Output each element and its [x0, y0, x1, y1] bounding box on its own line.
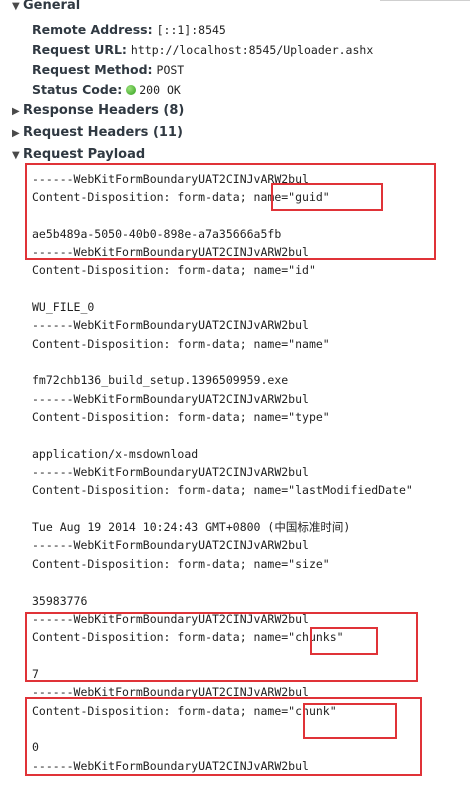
status-ok-icon — [126, 85, 137, 95]
payload-line: WU_FILE_0 — [32, 300, 95, 314]
triangle-down-icon: ▼ — [12, 150, 20, 161]
payload-line: Content-Disposition: form-data; name="id… — [32, 263, 316, 277]
request-method-row: Request Method: POST — [32, 60, 184, 80]
remote-address-label: Remote Address: — [32, 22, 153, 37]
request-url-label: Request URL: — [32, 42, 127, 57]
payload-line: ------WebKitFormBoundaryUAT2CINJvARW2bul — [32, 392, 309, 406]
annotation-box-chunks-name — [310, 627, 378, 655]
remote-address-value: [::1]:8545 — [156, 23, 226, 37]
request-url-value: http://localhost:8545/Uploader.ashx — [130, 43, 374, 57]
triangle-right-icon: ▶ — [12, 128, 20, 139]
general-section-header[interactable]: ▼ General — [12, 0, 80, 16]
payload-line: fm72chb136_build_setup.1396509959.exe — [32, 373, 289, 387]
triangle-down-icon: ▼ — [12, 1, 20, 12]
request-method-label: Request Method: — [32, 62, 153, 77]
status-code-row: Status Code: 200 OK — [32, 80, 181, 100]
payload-line: Content-Disposition: form-data; name="si… — [32, 557, 330, 571]
request-method-value: POST — [156, 63, 185, 77]
annotation-box-chunk-name — [303, 703, 397, 739]
remote-address-row: Remote Address: [::1]:8545 — [32, 20, 226, 40]
request-payload-title: Request Payload — [23, 147, 146, 162]
annotation-box-guid-name — [271, 183, 383, 211]
annotation-box-guid-part — [25, 163, 436, 260]
payload-line: Content-Disposition: form-data; name="ty… — [32, 410, 330, 424]
payload-line: ------WebKitFormBoundaryUAT2CINJvARW2bul — [32, 465, 309, 479]
response-headers-title: Response Headers (8) — [23, 103, 185, 118]
payload-line: Tue Aug 19 2014 10:24:43 GMT+0800 (中国标准时… — [32, 520, 351, 534]
response-headers-section-header[interactable]: ▶ Response Headers (8) — [12, 101, 184, 121]
request-headers-title: Request Headers (11) — [23, 125, 183, 140]
payload-line: 35983776 — [32, 594, 88, 608]
request-payload-section-header[interactable]: ▼ Request Payload — [12, 145, 145, 165]
status-code-value: 200 OK — [139, 83, 181, 97]
status-code-label: Status Code: — [32, 82, 123, 97]
request-headers-section-header[interactable]: ▶ Request Headers (11) — [12, 123, 183, 143]
panel-top-border — [380, 0, 470, 1]
payload-line: Content-Disposition: form-data; name="la… — [32, 483, 413, 497]
payload-line: ------WebKitFormBoundaryUAT2CINJvARW2bul — [32, 318, 309, 332]
triangle-right-icon: ▶ — [12, 106, 20, 117]
payload-line: Content-Disposition: form-data; name="na… — [32, 337, 330, 351]
general-title: General — [23, 0, 81, 13]
payload-line: ------WebKitFormBoundaryUAT2CINJvARW2bul — [32, 538, 309, 552]
payload-line: application/x-msdownload — [32, 447, 199, 461]
request-url-row: Request URL: http://localhost:8545/Uploa… — [32, 40, 373, 60]
